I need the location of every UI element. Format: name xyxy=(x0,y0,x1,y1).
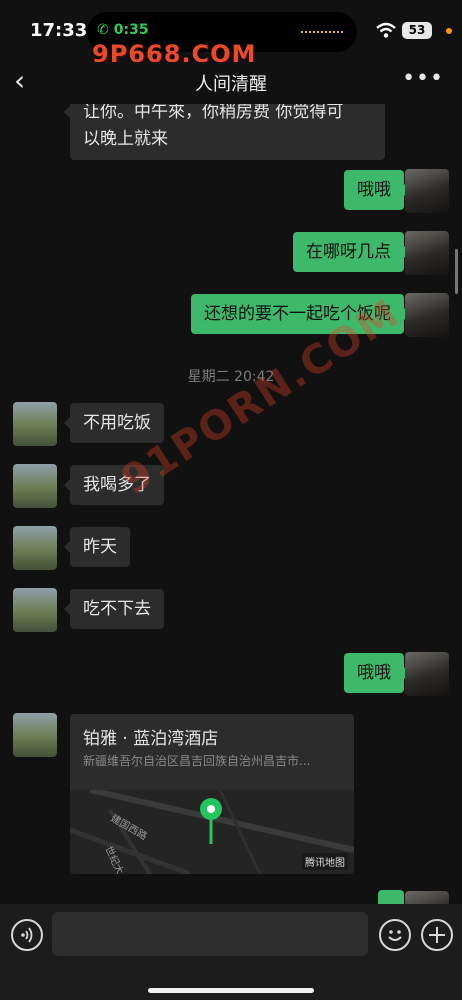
my-avatar[interactable] xyxy=(405,891,449,904)
my-avatar[interactable] xyxy=(405,293,449,337)
chat-header: ‹ 人间清醒 ••• xyxy=(0,62,462,104)
voice-icon[interactable] xyxy=(11,919,43,951)
message-timestamp: 星期二 20:42 xyxy=(187,369,275,385)
my-avatar[interactable] xyxy=(405,652,449,696)
call-indicator[interactable]: ✆ 0:35 xyxy=(97,22,149,38)
status-bar: 17:33 ✆ 0:35 53 9P668.COM xyxy=(0,0,462,68)
message-bubble-outgoing[interactable]: 哦哦 xyxy=(344,170,410,210)
message-bubble[interactable]: 让你。中午來，你稍房费 你觉得可 以晚上就来 xyxy=(64,104,385,160)
more-icon[interactable]: ••• xyxy=(402,66,444,91)
location-address: 新疆维吾尔自治区昌吉回族自治州昌吉市... xyxy=(83,754,311,768)
location-name: 铂雅 · 蓝泊湾酒店 xyxy=(83,729,219,749)
message-bubble[interactable]: 昨天 xyxy=(64,527,130,567)
home-indicator[interactable] xyxy=(148,988,314,993)
chat-title: 人间清醒 xyxy=(195,74,267,95)
map-brand-label: 腾讯地图 xyxy=(302,853,348,870)
message-bubble-outgoing[interactable]: 在哪呀几点 xyxy=(293,232,410,272)
contact-avatar[interactable] xyxy=(13,402,57,446)
wifi-icon xyxy=(376,22,396,38)
privacy-dot xyxy=(446,28,452,34)
message-bubble[interactable]: 不用吃饭 xyxy=(64,403,164,443)
contact-avatar[interactable] xyxy=(13,526,57,570)
call-timer: 0:35 xyxy=(113,22,149,38)
map-preview[interactable]: 建国西路 世纪大 腾讯地图 xyxy=(70,787,354,874)
message-text: 让你。中午來，你稍房费 你觉得可 xyxy=(83,104,344,122)
chat-area[interactable]: 让你。中午來，你稍房费 你觉得可 以晚上就来 哦哦 在哪呀几点 还想的要不一起吃… xyxy=(0,104,462,904)
emoji-icon[interactable] xyxy=(379,919,411,951)
message-input[interactable] xyxy=(52,912,368,956)
audio-wave-icon xyxy=(301,31,343,35)
plus-icon[interactable] xyxy=(421,919,453,951)
phone-icon: ✆ xyxy=(97,22,109,38)
message-text: 以晚上就来 xyxy=(83,129,168,149)
scrollbar[interactable] xyxy=(455,249,458,294)
status-time: 17:33 xyxy=(30,20,88,41)
message-bubble-outgoing[interactable]: 哦哦 xyxy=(344,653,410,693)
input-bar xyxy=(0,904,462,1000)
my-avatar[interactable] xyxy=(405,231,449,275)
message-bubble[interactable]: 吃不下去 xyxy=(64,589,164,629)
contact-avatar[interactable] xyxy=(13,588,57,632)
my-avatar[interactable] xyxy=(405,169,449,213)
message-bubble-outgoing[interactable] xyxy=(378,890,404,904)
location-card[interactable]: 铂雅 · 蓝泊湾酒店 新疆维吾尔自治区昌吉回族自治州昌吉市... 建国西路 世纪… xyxy=(70,714,354,874)
contact-avatar[interactable] xyxy=(13,713,57,757)
battery-indicator: 53 xyxy=(402,22,432,39)
contact-avatar[interactable] xyxy=(13,464,57,508)
